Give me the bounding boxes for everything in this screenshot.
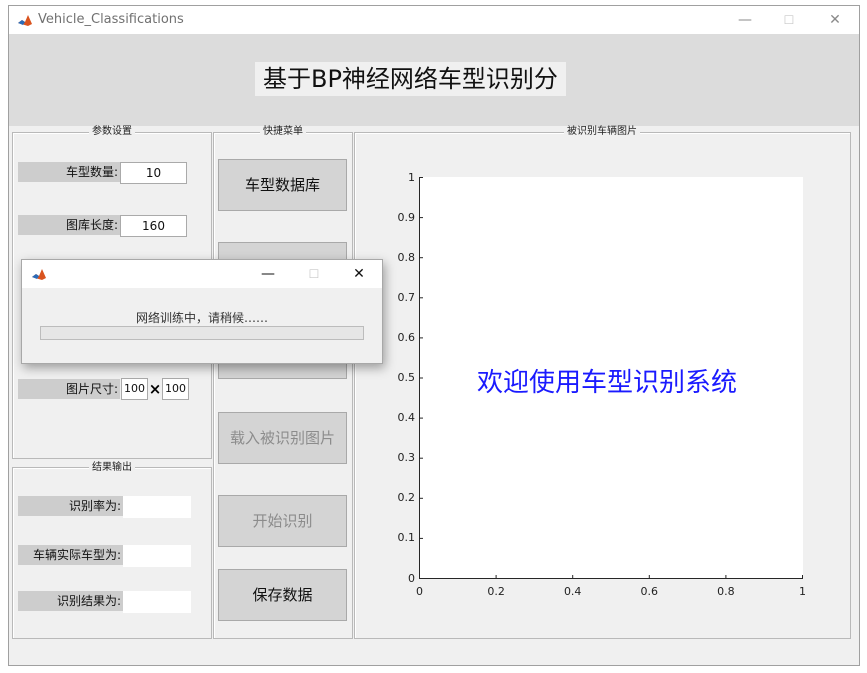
minimize-button[interactable]: — (723, 6, 767, 34)
dialog-minimize-button[interactable]: — (246, 260, 290, 288)
load-image-button[interactable]: 载入被识别图片 (218, 412, 347, 464)
close-button[interactable]: ✕ (813, 6, 857, 34)
rate-output (123, 496, 191, 518)
image-axes: 欢迎使用车型识别系统 (419, 177, 803, 579)
rate-label: 识别率为: (18, 496, 123, 516)
dialog-title-bar[interactable]: — ☐ ✕ (22, 260, 382, 288)
img-height-input[interactable]: 100 (162, 378, 189, 400)
matlab-logo-icon (17, 12, 33, 28)
header-band: 基于BP神经网络车型识别分 (9, 34, 859, 126)
welcome-text: 欢迎使用车型识别系统 (477, 368, 738, 398)
img-width-input[interactable]: 100 (121, 378, 148, 400)
params-panel-title: 参数设置 (89, 126, 135, 138)
maximize-button[interactable]: ☐ (767, 6, 811, 34)
dialog-close-button[interactable]: ✕ (337, 260, 381, 288)
progress-bar (40, 326, 364, 340)
window-title: Vehicle_Classifications (38, 12, 184, 27)
lib-length-label: 图库长度: (18, 215, 120, 235)
dialog-maximize-button[interactable]: ☐ (292, 260, 336, 288)
img-size-label: 图片尺寸: (18, 379, 120, 399)
page-title: 基于BP神经网络车型识别分 (255, 62, 566, 96)
progress-dialog: — ☐ ✕ 网络训练中，请稍候…… (21, 259, 383, 364)
start-recognition-button[interactable]: 开始识别 (218, 495, 347, 547)
image-panel-title: 被识别车辆图片 (564, 126, 640, 138)
result-label: 识别结果为: (18, 591, 123, 611)
title-bar[interactable]: Vehicle_Classifications — ☐ ✕ (9, 6, 859, 34)
matlab-logo-icon (31, 266, 47, 282)
actual-type-output (123, 545, 191, 567)
actual-type-label: 车辆实际车型为: (18, 545, 123, 565)
menu-panel-title: 快捷菜单 (260, 126, 306, 138)
database-button[interactable]: 车型数据库 (218, 159, 347, 211)
lib-length-input[interactable]: 160 (120, 215, 187, 237)
save-data-button[interactable]: 保存数据 (218, 569, 347, 621)
num-types-input[interactable]: 10 (120, 162, 187, 184)
results-panel-title: 结果输出 (89, 462, 135, 474)
progress-message: 网络训练中，请稍候…… (135, 311, 268, 325)
result-output (123, 591, 191, 613)
num-types-label: 车型数量: (18, 162, 120, 182)
times-symbol: × (148, 380, 162, 398)
